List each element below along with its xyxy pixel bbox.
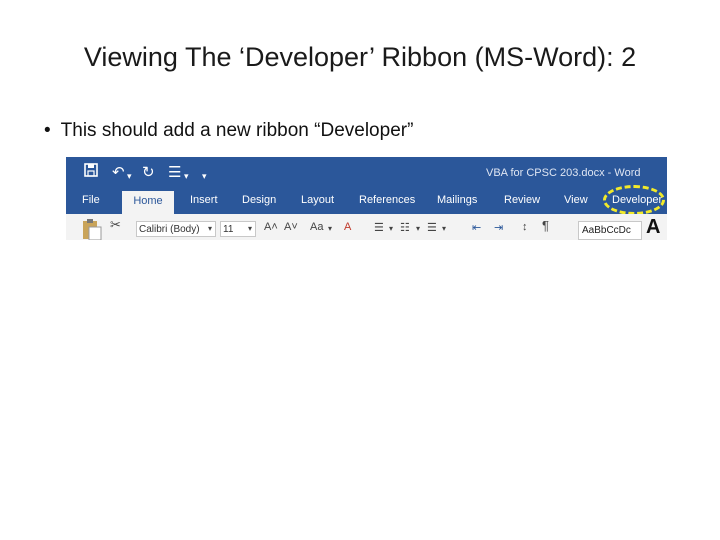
sort-icon[interactable]: ↕ (522, 221, 528, 233)
numbering-dropdown-icon[interactable]: ▾ (416, 224, 420, 233)
case-dropdown-icon[interactable]: ▾ (328, 224, 332, 233)
slide-title: Viewing The ‘Developer’ Ribbon (MS-Word)… (83, 42, 637, 72)
tab-insert[interactable]: Insert (190, 194, 218, 206)
style-normal-preview[interactable]: AaBbCcDc (578, 221, 642, 240)
multilevel-list-icon[interactable]: ☰ (427, 221, 437, 234)
bullet-dot: • (44, 120, 51, 141)
grow-font-icon[interactable]: A˄ (264, 221, 278, 233)
tab-references[interactable]: References (359, 194, 415, 206)
tab-mailings[interactable]: Mailings (437, 194, 477, 206)
bullet-text: This should add a new ribbon “Developer” (60, 120, 414, 141)
title-bar: ↶ ▾ ↻ ☰ ▾ ▾ VBA for CPSC 203.docx - Word (66, 157, 667, 189)
tab-layout[interactable]: Layout (301, 194, 334, 206)
word-screenshot: ↶ ▾ ↻ ☰ ▾ ▾ VBA for CPSC 203.docx - Word… (66, 157, 667, 240)
cut-icon[interactable]: ✂ (110, 217, 121, 233)
numbering-icon[interactable]: ☷ (400, 221, 410, 234)
save-icon[interactable] (84, 163, 98, 183)
tab-home[interactable]: Home (122, 191, 174, 214)
style-heading-preview[interactable]: A (646, 216, 660, 239)
document-title: VBA for CPSC 203.docx - Word (486, 167, 641, 179)
clear-format-icon[interactable]: A (344, 221, 351, 233)
undo-icon[interactable]: ↶ (112, 163, 125, 183)
tab-review[interactable]: Review (504, 194, 540, 206)
list-icon[interactable]: ☰ (168, 163, 181, 183)
redo-icon[interactable]: ↻ (142, 163, 155, 183)
font-dropdown-icon[interactable]: ▾ (208, 224, 212, 233)
ribbon-tabs: File Home Insert Design Layout Reference… (66, 189, 667, 214)
multilevel-dropdown-icon[interactable]: ▾ (442, 224, 446, 233)
customize-icon[interactable]: ▾ (202, 166, 207, 186)
tab-design[interactable]: Design (242, 194, 276, 206)
undo-dropdown-icon[interactable]: ▾ (127, 166, 132, 186)
bullet-point: • This should add a new ribbon “Developer… (44, 120, 413, 142)
font-name-select[interactable]: Calibri (Body) (136, 221, 216, 237)
list-dropdown-icon[interactable]: ▾ (184, 166, 189, 186)
tab-view[interactable]: View (564, 194, 588, 206)
developer-highlight-circle (603, 185, 665, 215)
paragraph-mark-icon[interactable]: ¶ (542, 218, 549, 233)
change-case-icon[interactable]: Aa (310, 221, 323, 233)
paste-icon[interactable] (80, 218, 104, 240)
bullets-dropdown-icon[interactable]: ▾ (389, 224, 393, 233)
tab-file[interactable]: File (82, 194, 100, 206)
decrease-indent-icon[interactable]: ⇤ (472, 221, 481, 234)
increase-indent-icon[interactable]: ⇥ (494, 221, 503, 234)
size-dropdown-icon[interactable]: ▾ (248, 224, 252, 233)
shrink-font-icon[interactable]: A˅ (284, 221, 298, 233)
bullets-icon[interactable]: ☰ (374, 221, 384, 234)
home-ribbon: ✂ Calibri (Body) ▾ 11 ▾ A˄ A˅ Aa ▾ A ☰ ▾… (66, 214, 667, 240)
